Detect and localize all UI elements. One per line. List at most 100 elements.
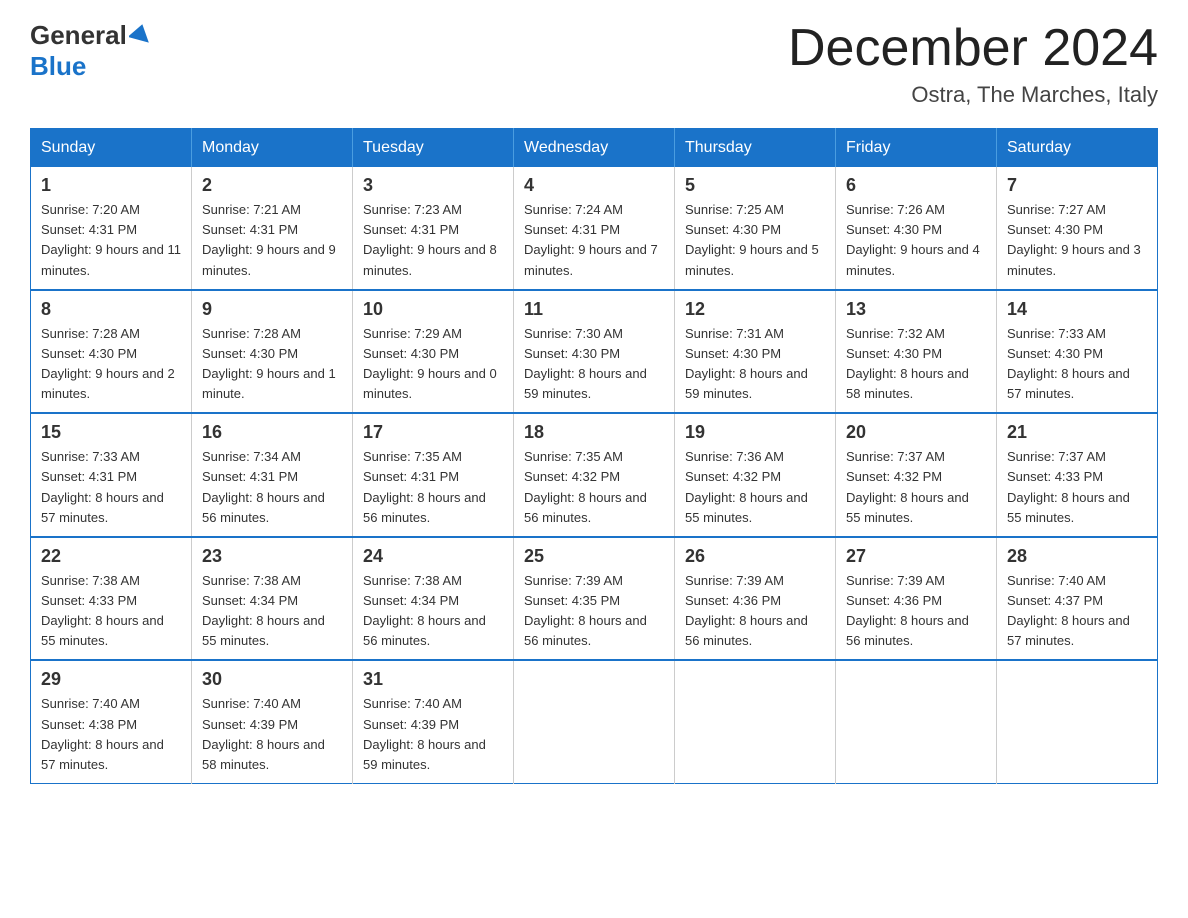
day-number: 23 [202, 546, 342, 567]
day-number: 27 [846, 546, 986, 567]
day-info: Sunrise: 7:38 AMSunset: 4:34 PMDaylight:… [202, 571, 342, 652]
table-row: 17 Sunrise: 7:35 AMSunset: 4:31 PMDaylig… [353, 413, 514, 537]
table-row [997, 660, 1158, 783]
day-info: Sunrise: 7:28 AMSunset: 4:30 PMDaylight:… [202, 324, 342, 405]
calendar-week-row: 15 Sunrise: 7:33 AMSunset: 4:31 PMDaylig… [31, 413, 1158, 537]
calendar-table: Sunday Monday Tuesday Wednesday Thursday… [30, 128, 1158, 784]
day-info: Sunrise: 7:33 AMSunset: 4:30 PMDaylight:… [1007, 324, 1147, 405]
table-row [836, 660, 997, 783]
day-info: Sunrise: 7:38 AMSunset: 4:33 PMDaylight:… [41, 571, 181, 652]
day-number: 15 [41, 422, 181, 443]
day-info: Sunrise: 7:39 AMSunset: 4:35 PMDaylight:… [524, 571, 664, 652]
day-info: Sunrise: 7:23 AMSunset: 4:31 PMDaylight:… [363, 200, 503, 281]
table-row: 11 Sunrise: 7:30 AMSunset: 4:30 PMDaylig… [514, 290, 675, 414]
day-number: 29 [41, 669, 181, 690]
col-wednesday: Wednesday [514, 129, 675, 168]
month-title: December 2024 [788, 20, 1158, 77]
day-info: Sunrise: 7:35 AMSunset: 4:32 PMDaylight:… [524, 447, 664, 528]
day-number: 24 [363, 546, 503, 567]
day-number: 30 [202, 669, 342, 690]
day-info: Sunrise: 7:40 AMSunset: 4:37 PMDaylight:… [1007, 571, 1147, 652]
table-row: 14 Sunrise: 7:33 AMSunset: 4:30 PMDaylig… [997, 290, 1158, 414]
table-row: 7 Sunrise: 7:27 AMSunset: 4:30 PMDayligh… [997, 167, 1158, 290]
table-row: 19 Sunrise: 7:36 AMSunset: 4:32 PMDaylig… [675, 413, 836, 537]
col-saturday: Saturday [997, 129, 1158, 168]
day-info: Sunrise: 7:40 AMSunset: 4:39 PMDaylight:… [202, 694, 342, 775]
table-row: 13 Sunrise: 7:32 AMSunset: 4:30 PMDaylig… [836, 290, 997, 414]
day-info: Sunrise: 7:35 AMSunset: 4:31 PMDaylight:… [363, 447, 503, 528]
table-row: 26 Sunrise: 7:39 AMSunset: 4:36 PMDaylig… [675, 537, 836, 661]
table-row: 25 Sunrise: 7:39 AMSunset: 4:35 PMDaylig… [514, 537, 675, 661]
col-thursday: Thursday [675, 129, 836, 168]
table-row: 29 Sunrise: 7:40 AMSunset: 4:38 PMDaylig… [31, 660, 192, 783]
table-row: 8 Sunrise: 7:28 AMSunset: 4:30 PMDayligh… [31, 290, 192, 414]
day-info: Sunrise: 7:33 AMSunset: 4:31 PMDaylight:… [41, 447, 181, 528]
logo-blue-text: Blue [30, 51, 86, 81]
table-row: 3 Sunrise: 7:23 AMSunset: 4:31 PMDayligh… [353, 167, 514, 290]
col-tuesday: Tuesday [353, 129, 514, 168]
logo-general-text: General [30, 20, 127, 51]
day-info: Sunrise: 7:27 AMSunset: 4:30 PMDaylight:… [1007, 200, 1147, 281]
day-info: Sunrise: 7:37 AMSunset: 4:33 PMDaylight:… [1007, 447, 1147, 528]
day-number: 8 [41, 299, 181, 320]
day-info: Sunrise: 7:36 AMSunset: 4:32 PMDaylight:… [685, 447, 825, 528]
day-info: Sunrise: 7:30 AMSunset: 4:30 PMDaylight:… [524, 324, 664, 405]
table-row: 12 Sunrise: 7:31 AMSunset: 4:30 PMDaylig… [675, 290, 836, 414]
day-info: Sunrise: 7:39 AMSunset: 4:36 PMDaylight:… [685, 571, 825, 652]
calendar-header-row: Sunday Monday Tuesday Wednesday Thursday… [31, 129, 1158, 168]
day-number: 26 [685, 546, 825, 567]
day-number: 1 [41, 175, 181, 196]
day-number: 9 [202, 299, 342, 320]
col-sunday: Sunday [31, 129, 192, 168]
table-row: 10 Sunrise: 7:29 AMSunset: 4:30 PMDaylig… [353, 290, 514, 414]
col-monday: Monday [192, 129, 353, 168]
day-number: 11 [524, 299, 664, 320]
day-number: 7 [1007, 175, 1147, 196]
day-number: 4 [524, 175, 664, 196]
day-number: 12 [685, 299, 825, 320]
table-row: 30 Sunrise: 7:40 AMSunset: 4:39 PMDaylig… [192, 660, 353, 783]
day-info: Sunrise: 7:37 AMSunset: 4:32 PMDaylight:… [846, 447, 986, 528]
title-section: December 2024 Ostra, The Marches, Italy [788, 20, 1158, 108]
day-number: 6 [846, 175, 986, 196]
table-row: 28 Sunrise: 7:40 AMSunset: 4:37 PMDaylig… [997, 537, 1158, 661]
day-info: Sunrise: 7:40 AMSunset: 4:38 PMDaylight:… [41, 694, 181, 775]
day-number: 19 [685, 422, 825, 443]
day-number: 31 [363, 669, 503, 690]
day-info: Sunrise: 7:20 AMSunset: 4:31 PMDaylight:… [41, 200, 181, 281]
day-info: Sunrise: 7:38 AMSunset: 4:34 PMDaylight:… [363, 571, 503, 652]
col-friday: Friday [836, 129, 997, 168]
day-info: Sunrise: 7:21 AMSunset: 4:31 PMDaylight:… [202, 200, 342, 281]
day-number: 3 [363, 175, 503, 196]
day-number: 28 [1007, 546, 1147, 567]
day-number: 2 [202, 175, 342, 196]
day-number: 5 [685, 175, 825, 196]
day-number: 10 [363, 299, 503, 320]
table-row: 15 Sunrise: 7:33 AMSunset: 4:31 PMDaylig… [31, 413, 192, 537]
table-row: 23 Sunrise: 7:38 AMSunset: 4:34 PMDaylig… [192, 537, 353, 661]
day-info: Sunrise: 7:24 AMSunset: 4:31 PMDaylight:… [524, 200, 664, 281]
day-number: 13 [846, 299, 986, 320]
table-row: 5 Sunrise: 7:25 AMSunset: 4:30 PMDayligh… [675, 167, 836, 290]
table-row: 22 Sunrise: 7:38 AMSunset: 4:33 PMDaylig… [31, 537, 192, 661]
table-row: 9 Sunrise: 7:28 AMSunset: 4:30 PMDayligh… [192, 290, 353, 414]
table-row: 27 Sunrise: 7:39 AMSunset: 4:36 PMDaylig… [836, 537, 997, 661]
table-row: 24 Sunrise: 7:38 AMSunset: 4:34 PMDaylig… [353, 537, 514, 661]
day-info: Sunrise: 7:40 AMSunset: 4:39 PMDaylight:… [363, 694, 503, 775]
table-row: 6 Sunrise: 7:26 AMSunset: 4:30 PMDayligh… [836, 167, 997, 290]
table-row: 18 Sunrise: 7:35 AMSunset: 4:32 PMDaylig… [514, 413, 675, 537]
calendar-week-row: 1 Sunrise: 7:20 AMSunset: 4:31 PMDayligh… [31, 167, 1158, 290]
logo: General Blue [30, 20, 151, 82]
calendar-week-row: 22 Sunrise: 7:38 AMSunset: 4:33 PMDaylig… [31, 537, 1158, 661]
table-row: 20 Sunrise: 7:37 AMSunset: 4:32 PMDaylig… [836, 413, 997, 537]
logo-icon [129, 22, 151, 44]
day-info: Sunrise: 7:39 AMSunset: 4:36 PMDaylight:… [846, 571, 986, 652]
day-number: 16 [202, 422, 342, 443]
day-info: Sunrise: 7:26 AMSunset: 4:30 PMDaylight:… [846, 200, 986, 281]
table-row: 16 Sunrise: 7:34 AMSunset: 4:31 PMDaylig… [192, 413, 353, 537]
day-info: Sunrise: 7:29 AMSunset: 4:30 PMDaylight:… [363, 324, 503, 405]
day-info: Sunrise: 7:34 AMSunset: 4:31 PMDaylight:… [202, 447, 342, 528]
day-number: 21 [1007, 422, 1147, 443]
table-row [675, 660, 836, 783]
calendar-week-row: 29 Sunrise: 7:40 AMSunset: 4:38 PMDaylig… [31, 660, 1158, 783]
